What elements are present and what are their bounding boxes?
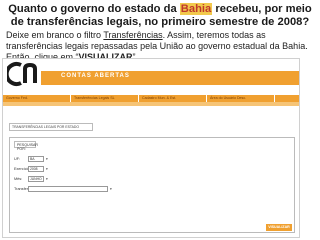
- search-panel: PESQUISAR POR: UF: BA ▾ Exercício: 2008 …: [9, 137, 295, 233]
- month-select[interactable]: JUNHO: [28, 176, 44, 182]
- uf-label: UF:: [14, 157, 21, 161]
- nav-item-1[interactable]: Governo Fed.: [3, 95, 71, 102]
- visualizar-button[interactable]: VISUALIZAR: [266, 224, 292, 231]
- chevron-down-icon: ▾: [110, 187, 112, 191]
- question-part1: Quanto o governo do estado da: [8, 3, 180, 15]
- top-nav: Governo Fed. Transferências Legais SL Ca…: [3, 95, 299, 102]
- transfer-label: Transferência:: [14, 187, 39, 191]
- instruction-link: Transferências: [103, 30, 163, 40]
- transfer-select[interactable]: [28, 186, 108, 192]
- highlight-bahia: Bahia: [179, 3, 213, 15]
- instruction-part1: Deixe em branco o filtro: [6, 30, 104, 40]
- chevron-down-icon: ▾: [46, 167, 48, 171]
- app-screenshot: CONTAS ABERTAS Governo Fed. Transferênci…: [2, 58, 300, 238]
- nav-item-3[interactable]: Cadastro Mun. & Est.: [139, 95, 207, 102]
- breadcrumb: TRANSFERÊNCIAS LEGAIS POR ESTADO: [9, 123, 93, 131]
- exercise-select[interactable]: 2008: [28, 166, 44, 172]
- chevron-down-icon: ▾: [46, 157, 48, 161]
- uf-select[interactable]: BA: [28, 156, 44, 162]
- header: CONTAS ABERTAS: [3, 59, 299, 89]
- question-text: Quanto o governo do estado da Bahia rece…: [4, 3, 316, 28]
- sub-bar: [3, 102, 299, 106]
- chevron-down-icon: ▾: [46, 177, 48, 181]
- nav-item-4[interactable]: Área do Usuário Desc.: [207, 95, 275, 102]
- month-label: Mês:: [14, 177, 23, 181]
- exercise-label: Exercício:: [14, 167, 31, 171]
- brand-name: CONTAS ABERTAS: [61, 73, 130, 79]
- panel-title: PESQUISAR POR:: [14, 141, 38, 151]
- nav-item-2[interactable]: Transferências Legais SL: [71, 95, 139, 102]
